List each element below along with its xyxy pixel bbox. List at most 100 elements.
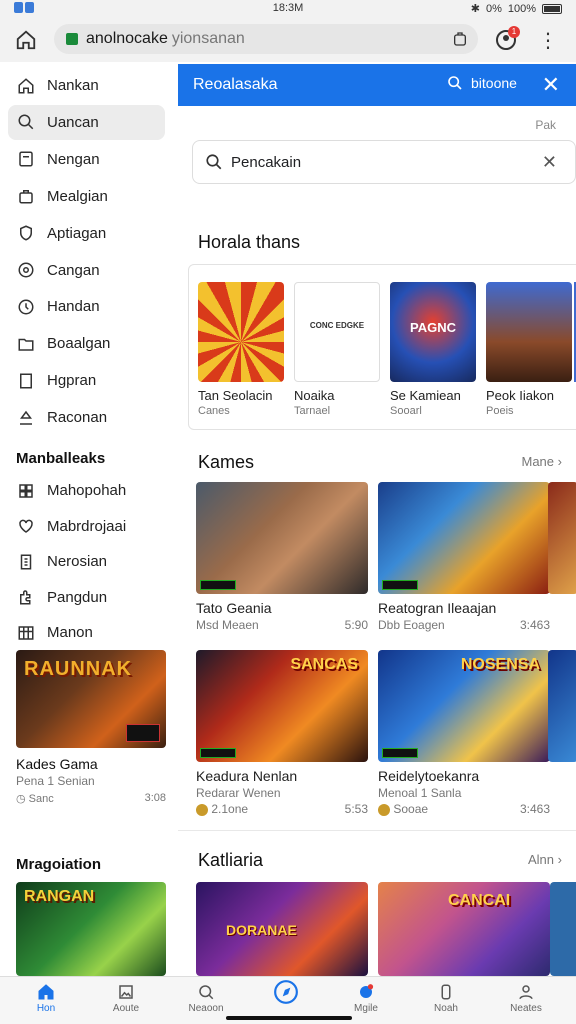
sidebar-item-label: Cangan — [47, 261, 100, 279]
target-icon — [17, 261, 35, 279]
apps-icon — [17, 624, 35, 642]
nav-label: Neaoon — [188, 1003, 224, 1014]
sidebar-item[interactable]: Handan — [8, 289, 165, 324]
game-card[interactable]: DORANAE — [196, 882, 368, 976]
sidebar-item[interactable]: Nerosian — [8, 544, 165, 579]
notification-badge: 1 — [508, 26, 520, 38]
tile-art — [198, 282, 284, 382]
sidebar-item-label: Mabrdrojaai — [47, 517, 127, 535]
tile-subtitle: Sooarl — [390, 405, 422, 417]
url-path: yionsanan — [171, 30, 245, 47]
game-card[interactable]: Reatogran Ileaajan Dbb Eoagen 3:463 — [378, 482, 550, 632]
sidebar-game-card[interactable]: RAUNNAK Kades Gama Pena 1 Senian ◷ Sanc … — [16, 650, 166, 805]
close-button[interactable]: ✕ — [542, 72, 560, 98]
chat-icon — [170, 981, 242, 1003]
game-art: NOSENSA — [378, 650, 550, 762]
sidebar-item[interactable]: Boaalgan — [8, 326, 165, 361]
battery-label: 100% — [507, 2, 536, 15]
nav-item[interactable]: Noah — [410, 981, 482, 1014]
featured-tile[interactable]: PAGNC Se Kamiean Sooarl — [390, 282, 476, 417]
nav-item[interactable]: Neates — [490, 981, 562, 1014]
game-art-peek — [548, 482, 576, 594]
sidebar-item[interactable]: Manon — [8, 615, 165, 650]
search-input-text: Pencakain — [231, 153, 302, 171]
see-more-link[interactable]: Mane › — [522, 454, 563, 469]
sidebar-item[interactable]: Aptiagan — [8, 216, 165, 251]
game-rating-icon — [196, 803, 208, 816]
sidebar-item[interactable]: Raconan — [8, 400, 165, 435]
search-icon — [206, 154, 222, 170]
home-icon — [10, 981, 82, 1003]
sidebar-item-label: Boaalgan — [47, 335, 111, 353]
url-host: anolnocake — [86, 30, 168, 47]
game-subtitle: Msd Meaen — [196, 618, 259, 632]
more-menu-button[interactable]: ⋮ — [536, 26, 560, 54]
sidebar-item[interactable]: Mealgian — [8, 179, 165, 214]
section-title: Horala thans — [198, 232, 301, 252]
sidebar-item[interactable]: Mahopohah — [8, 473, 165, 508]
game-card[interactable]: SANCAS Keadura Nenlan Redarar Wenen 2.1one… — [196, 650, 368, 816]
sidebar-item[interactable]: Nankan — [8, 68, 165, 103]
tile-title: Tan Seolacin — [198, 388, 273, 403]
featured-tile[interactable]: CONC EDGKE Noaika Tarnael — [294, 282, 380, 417]
sidebar-item[interactable]: Cangan — [8, 253, 165, 288]
sidebar-item[interactable]: Uancan — [8, 104, 165, 140]
sidebar-item-label: Raconan — [47, 409, 108, 427]
game-count: 5:53 — [344, 802, 368, 816]
chevron-right-icon: › — [557, 852, 562, 867]
sidebar-item-label: Nerosian — [47, 553, 108, 570]
game-card[interactable]: NOSENSA Reidelytoekanra Menoal 1 Sanla Soo… — [378, 650, 550, 816]
search-icon — [17, 113, 35, 131]
tile-art: PAGNC — [390, 282, 476, 382]
game-subtitle: Dbb Eoagen — [378, 618, 445, 632]
top-right-label: Pak — [535, 118, 556, 132]
game-title: Tato Geania — [196, 600, 272, 616]
nav-item[interactable] — [250, 980, 322, 1004]
file-icon — [17, 150, 35, 168]
app-title: Reoalasaka — [193, 76, 278, 93]
sidebar-game-card-2[interactable]: RANGAN — [16, 882, 166, 976]
tile-art: CONC EDGKE — [294, 282, 380, 382]
sidebar-section-title-2: Mragoiation — [16, 856, 101, 873]
featured-tile[interactable]: Peok Iiakon Poeis — [486, 282, 572, 417]
game-count: 3:463 — [519, 802, 550, 816]
image-icon — [90, 981, 162, 1003]
nav-item[interactable]: Hon — [10, 981, 82, 1014]
header-search[interactable]: bitoone — [447, 75, 517, 91]
home-icon — [16, 30, 36, 50]
nav-label: Hon — [36, 1003, 56, 1014]
nav-label: Mgile — [354, 1003, 378, 1014]
profile-button[interactable]: 1 — [492, 26, 520, 54]
divider — [178, 830, 576, 831]
tabs-icon[interactable] — [452, 31, 468, 52]
clear-search-button[interactable]: ✕ — [542, 152, 557, 173]
game-card[interactable]: CANCAI — [378, 882, 550, 976]
game-card[interactable]: Tato Geania Msd Meaen 5:90 — [196, 482, 368, 632]
see-more-link-2[interactable]: Alnn › — [528, 852, 562, 867]
game-art: SANCAS — [196, 650, 368, 762]
game-title: Kades Gama — [16, 756, 98, 772]
profile-icon — [490, 981, 562, 1003]
game-meta: Sanc — [28, 793, 54, 805]
more-vert-icon: ⋮ — [538, 29, 558, 52]
lock-icon — [66, 33, 78, 45]
game-count: 3:463 — [519, 618, 550, 632]
bag-icon — [17, 187, 35, 205]
grid-icon — [17, 482, 35, 500]
featured-tile[interactable]: Tan Seolacin Canes — [198, 282, 284, 417]
sidebar-item[interactable]: Mabrdrojaai — [8, 509, 165, 544]
nav-item[interactable]: Mgile — [330, 981, 402, 1014]
sidebar-item[interactable]: Pangdun — [8, 580, 165, 615]
sidebar-item-label: Aptiagan — [47, 224, 107, 242]
chevron-right-icon: › — [557, 454, 562, 469]
nav-item[interactable]: Neaoon — [170, 981, 242, 1014]
battery-icon — [542, 3, 562, 14]
search-input[interactable]: Pencakain ✕ — [192, 140, 576, 184]
tile-title: Noaika — [294, 388, 335, 403]
nav-item[interactable]: Aoute — [90, 981, 162, 1014]
shield-icon — [17, 224, 35, 242]
home-button[interactable] — [12, 26, 40, 54]
sidebar-item[interactable]: Nengan — [8, 142, 165, 177]
sidebar-item[interactable]: Hgpran — [8, 363, 165, 398]
address-bar[interactable]: anolnocake yionsanan — [54, 24, 478, 54]
